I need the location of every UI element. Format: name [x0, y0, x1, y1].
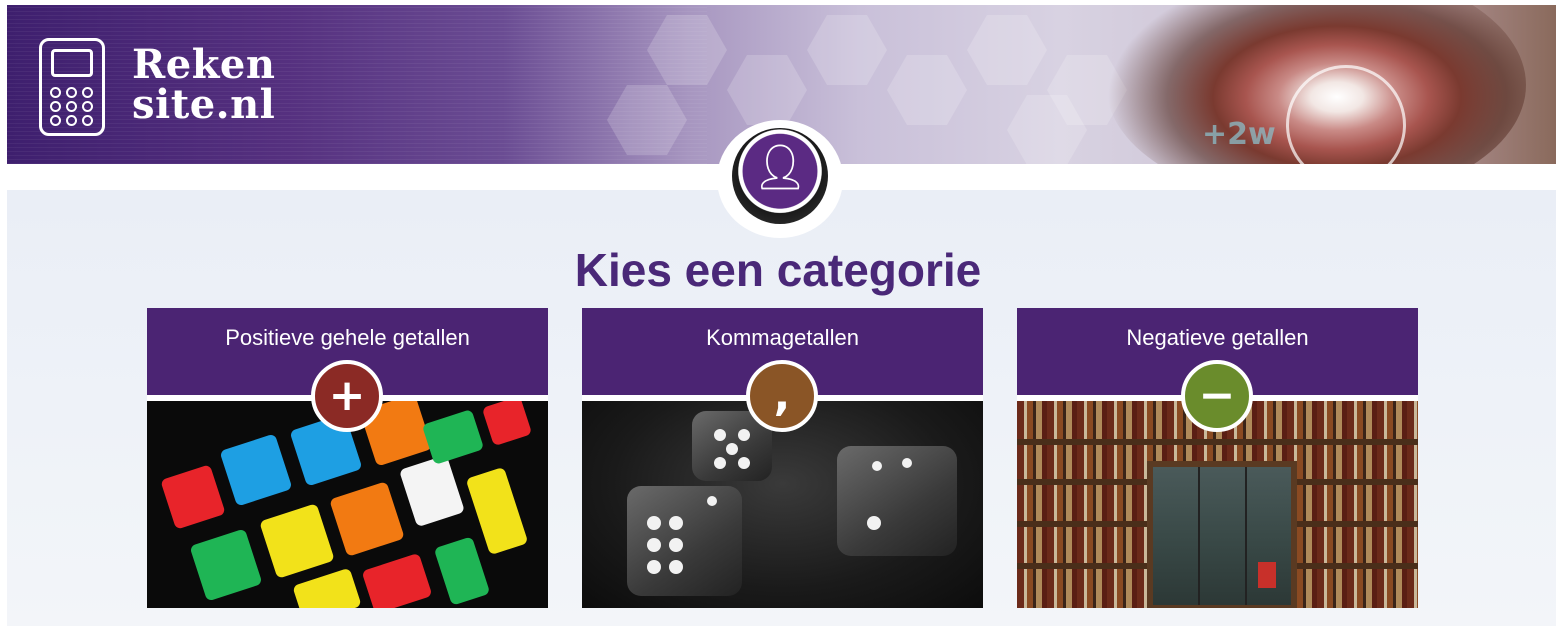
calculator-keys — [50, 87, 96, 127]
dice-image[interactable] — [582, 401, 983, 608]
logo-text: Reken site.nl — [132, 45, 275, 125]
page: +2w Reken site.nl 👤︎ Kies een categorie … — [0, 0, 1556, 626]
banner-formula: +2w — [1202, 117, 1276, 152]
calculator-icon — [39, 38, 105, 136]
category-card-positieve-gehele-getallen[interactable]: Positieve gehele getallen + — [147, 308, 548, 608]
rubiks-cube-image[interactable] — [147, 401, 548, 608]
calculator-screen — [51, 49, 93, 77]
user-icon: 👤︎ — [752, 142, 808, 193]
logo-line-1: Reken — [132, 41, 276, 88]
category-card-negatieve-getallen[interactable]: Negatieve getallen − — [1017, 308, 1418, 608]
logo-line-2: site.nl — [132, 81, 276, 128]
bookshelves-image[interactable] — [1017, 401, 1418, 608]
hexagon-decoration — [967, 15, 1047, 85]
user-avatar[interactable]: 👤︎ — [732, 128, 828, 224]
minus-icon: − — [1181, 360, 1253, 432]
category-card-kommagetallen[interactable]: Kommagetallen , — [582, 308, 983, 608]
door — [1147, 461, 1297, 608]
page-title: Kies een categorie — [574, 244, 982, 296]
plus-icon: + — [311, 360, 383, 432]
hexagon-decoration — [887, 55, 967, 125]
banner-pattern — [7, 5, 707, 164]
hexagon-decoration — [807, 15, 887, 85]
comma-icon: , — [746, 360, 818, 432]
hexagon-decoration — [727, 55, 807, 125]
